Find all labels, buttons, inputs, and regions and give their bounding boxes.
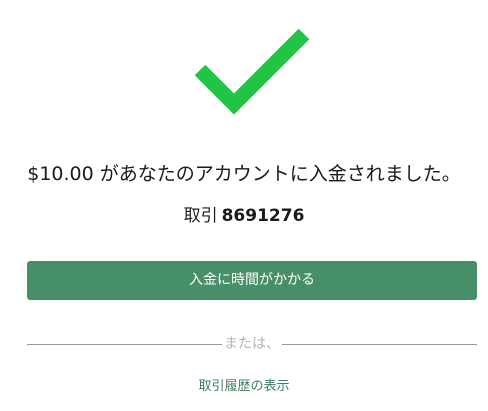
transaction-info: 取引 8691276 [0, 203, 488, 229]
success-message: $10.00 があなたのアカウントに入金されました。 [27, 163, 461, 185]
or-divider: または、 [27, 334, 477, 354]
transaction-number: 8691276 [221, 206, 305, 226]
transaction-history-link[interactable]: 取引履歴の表示 [198, 379, 289, 394]
or-text: または、 [222, 334, 282, 354]
deposit-delay-button[interactable]: 入金に時間がかかる [27, 261, 477, 300]
checkmark-icon [188, 20, 318, 120]
transaction-label: 取引 [183, 206, 218, 226]
transaction-history-row: 取引履歴の表示 [0, 377, 488, 397]
